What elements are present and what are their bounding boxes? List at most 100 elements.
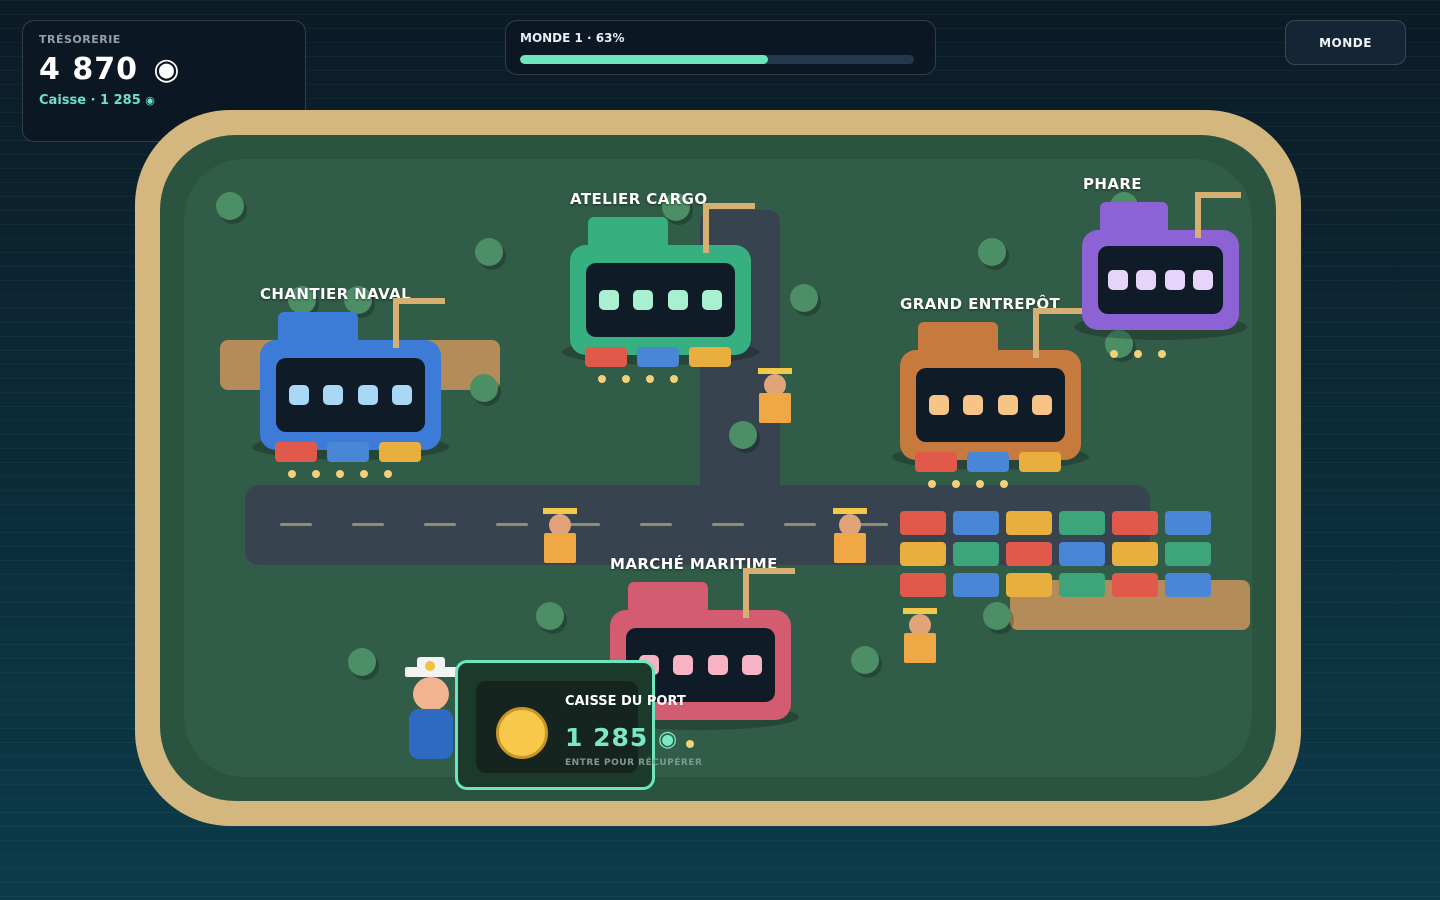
window <box>357 385 378 405</box>
production-dot <box>1000 480 1008 488</box>
shipping-container <box>1006 511 1052 535</box>
world-progress-panel: MONDE 1 · 63% <box>505 20 936 75</box>
worker-body <box>904 633 936 663</box>
crane <box>393 298 399 348</box>
building-windows <box>916 368 1065 442</box>
crane <box>1033 308 1039 358</box>
building-label-phare: PHARE <box>1083 175 1142 193</box>
treasury-label: TRÉSORERIE <box>39 33 121 46</box>
window <box>963 395 984 415</box>
dock-worker <box>903 608 937 664</box>
window <box>1031 395 1052 415</box>
window <box>633 290 654 310</box>
tree <box>348 648 376 676</box>
captain-head <box>413 677 449 711</box>
window <box>289 385 310 405</box>
world-button[interactable]: MONDE <box>1285 20 1406 65</box>
player-captain[interactable] <box>405 657 457 759</box>
shipping-container <box>1165 511 1211 535</box>
window <box>667 290 688 310</box>
dock-worker <box>833 508 867 564</box>
tree <box>470 374 498 402</box>
treasury-amount: 4 870 <box>39 52 138 87</box>
building-atelier-cargo[interactable] <box>562 203 759 383</box>
cargo-crate <box>915 452 957 472</box>
window <box>707 655 728 675</box>
crane-arm <box>1033 308 1085 314</box>
cargo-crate <box>379 442 421 462</box>
gold-coin-icon <box>496 707 548 759</box>
dock-worker <box>758 368 792 424</box>
crane <box>743 568 749 618</box>
road-marking <box>280 523 312 526</box>
crane-arm <box>743 568 795 574</box>
treasury-amount-row: 4 870 ◉ <box>39 52 289 87</box>
shipping-container <box>1112 542 1158 566</box>
shipping-container <box>1006 542 1052 566</box>
window <box>997 395 1018 415</box>
road-marking <box>640 523 672 526</box>
captain-body <box>409 709 453 759</box>
coin-icon: ◉ <box>658 727 679 752</box>
production-dot <box>646 375 654 383</box>
building-windows <box>1098 246 1223 314</box>
cargo-crate <box>637 347 679 367</box>
coin-icon: ◉ <box>153 52 181 87</box>
building-label-chantier-naval: CHANTIER NAVAL <box>260 285 412 303</box>
cashbox-amount-row: 1 285 ◉ <box>565 723 678 752</box>
cargo-crate <box>1019 452 1061 472</box>
worker-body <box>834 533 866 563</box>
production-dot <box>598 375 606 383</box>
cargo-crate <box>275 442 317 462</box>
building-phare[interactable] <box>1074 192 1247 358</box>
production-dot <box>384 470 392 478</box>
shipping-container <box>953 511 999 535</box>
production-dot <box>336 470 344 478</box>
tree <box>851 646 879 674</box>
building-label-atelier-cargo: ATELIER CARGO <box>570 190 708 208</box>
production-dot <box>976 480 984 488</box>
window <box>701 290 722 310</box>
window <box>741 655 762 675</box>
window <box>1192 270 1213 290</box>
shipping-container <box>1165 542 1211 566</box>
road-marking <box>496 523 528 526</box>
crane-arm <box>703 203 755 209</box>
shipping-container <box>900 542 946 566</box>
world-progress-bar <box>520 55 914 64</box>
shipping-container <box>900 573 946 597</box>
world-progress-label: MONDE 1 · 63% <box>520 31 625 45</box>
shipping-container <box>953 573 999 597</box>
cargo-crate <box>689 347 731 367</box>
building-windows <box>586 263 735 337</box>
hat-badge-icon <box>425 661 435 671</box>
building-windows <box>276 358 425 432</box>
tree <box>729 421 757 449</box>
building-grand-entrepot[interactable] <box>892 308 1089 488</box>
shipping-container <box>1059 573 1105 597</box>
shipping-container <box>900 511 946 535</box>
production-dot <box>1158 350 1166 358</box>
crane <box>1195 192 1201 238</box>
production-dot <box>928 480 936 488</box>
production-dot <box>360 470 368 478</box>
window <box>1164 270 1185 290</box>
cashbox-summary: Caisse · 1 285 ◉ <box>39 93 289 108</box>
cargo-crate <box>327 442 369 462</box>
shipping-container <box>1059 542 1105 566</box>
production-dot <box>1110 350 1118 358</box>
production-dot <box>670 375 678 383</box>
crane-arm <box>1195 192 1241 198</box>
shipping-container <box>1059 511 1105 535</box>
window <box>599 290 620 310</box>
cargo-crate <box>585 347 627 367</box>
road-marking <box>784 523 816 526</box>
window <box>323 385 344 405</box>
worker-body <box>759 393 791 423</box>
cashbox-amount: 1 285 <box>565 723 649 752</box>
production-dot <box>1134 350 1142 358</box>
shipping-container <box>1112 573 1158 597</box>
worker-body <box>544 533 576 563</box>
shipping-container <box>1112 511 1158 535</box>
building-chantier-naval[interactable] <box>252 298 449 478</box>
